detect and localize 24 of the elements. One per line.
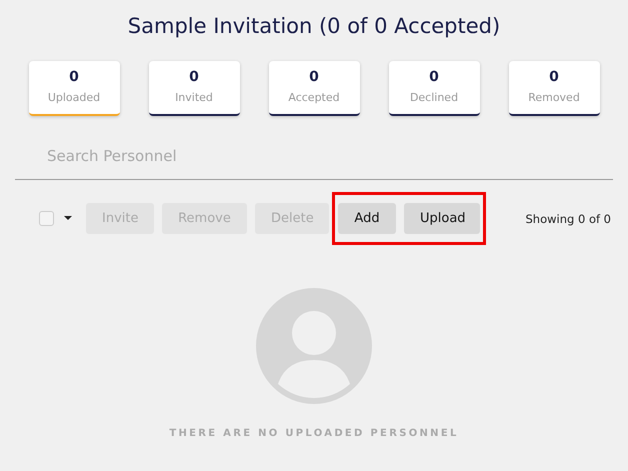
page-title: Sample Invitation (0 of 0 Accepted) (126, 14, 502, 38)
stat-count: 0 (69, 69, 79, 85)
select-all-checkbox[interactable] (39, 211, 54, 226)
stat-card[interactable]: 0 Uploaded (28, 61, 120, 116)
stat-card[interactable]: 0 Declined (388, 61, 480, 116)
empty-state-message: THERE ARE NO UPLOADED PERSONNEL (169, 428, 459, 439)
stat-label: Uploaded (48, 91, 100, 104)
user-avatar-icon (256, 288, 372, 404)
action-button[interactable]: Add (338, 203, 396, 234)
stat-count: 0 (189, 69, 199, 85)
stat-count: 0 (309, 69, 319, 85)
stat-label: Removed (528, 91, 580, 104)
stat-card[interactable]: 0 Removed (508, 61, 600, 116)
stat-label: Invited (175, 91, 213, 104)
stat-label: Declined (410, 91, 458, 104)
stat-label: Accepted (288, 91, 340, 104)
stat-card[interactable]: 0 Invited (148, 61, 240, 116)
stat-card[interactable]: 0 Accepted (268, 61, 360, 116)
caret-icon[interactable] (64, 216, 72, 221)
action-button[interactable]: Upload (404, 203, 480, 234)
pagination-text: Showing 0 of 0 (526, 212, 611, 226)
stat-count: 0 (549, 69, 559, 85)
search-field[interactable]: Search Personnel (15, 139, 613, 180)
stat-count: 0 (429, 69, 439, 85)
